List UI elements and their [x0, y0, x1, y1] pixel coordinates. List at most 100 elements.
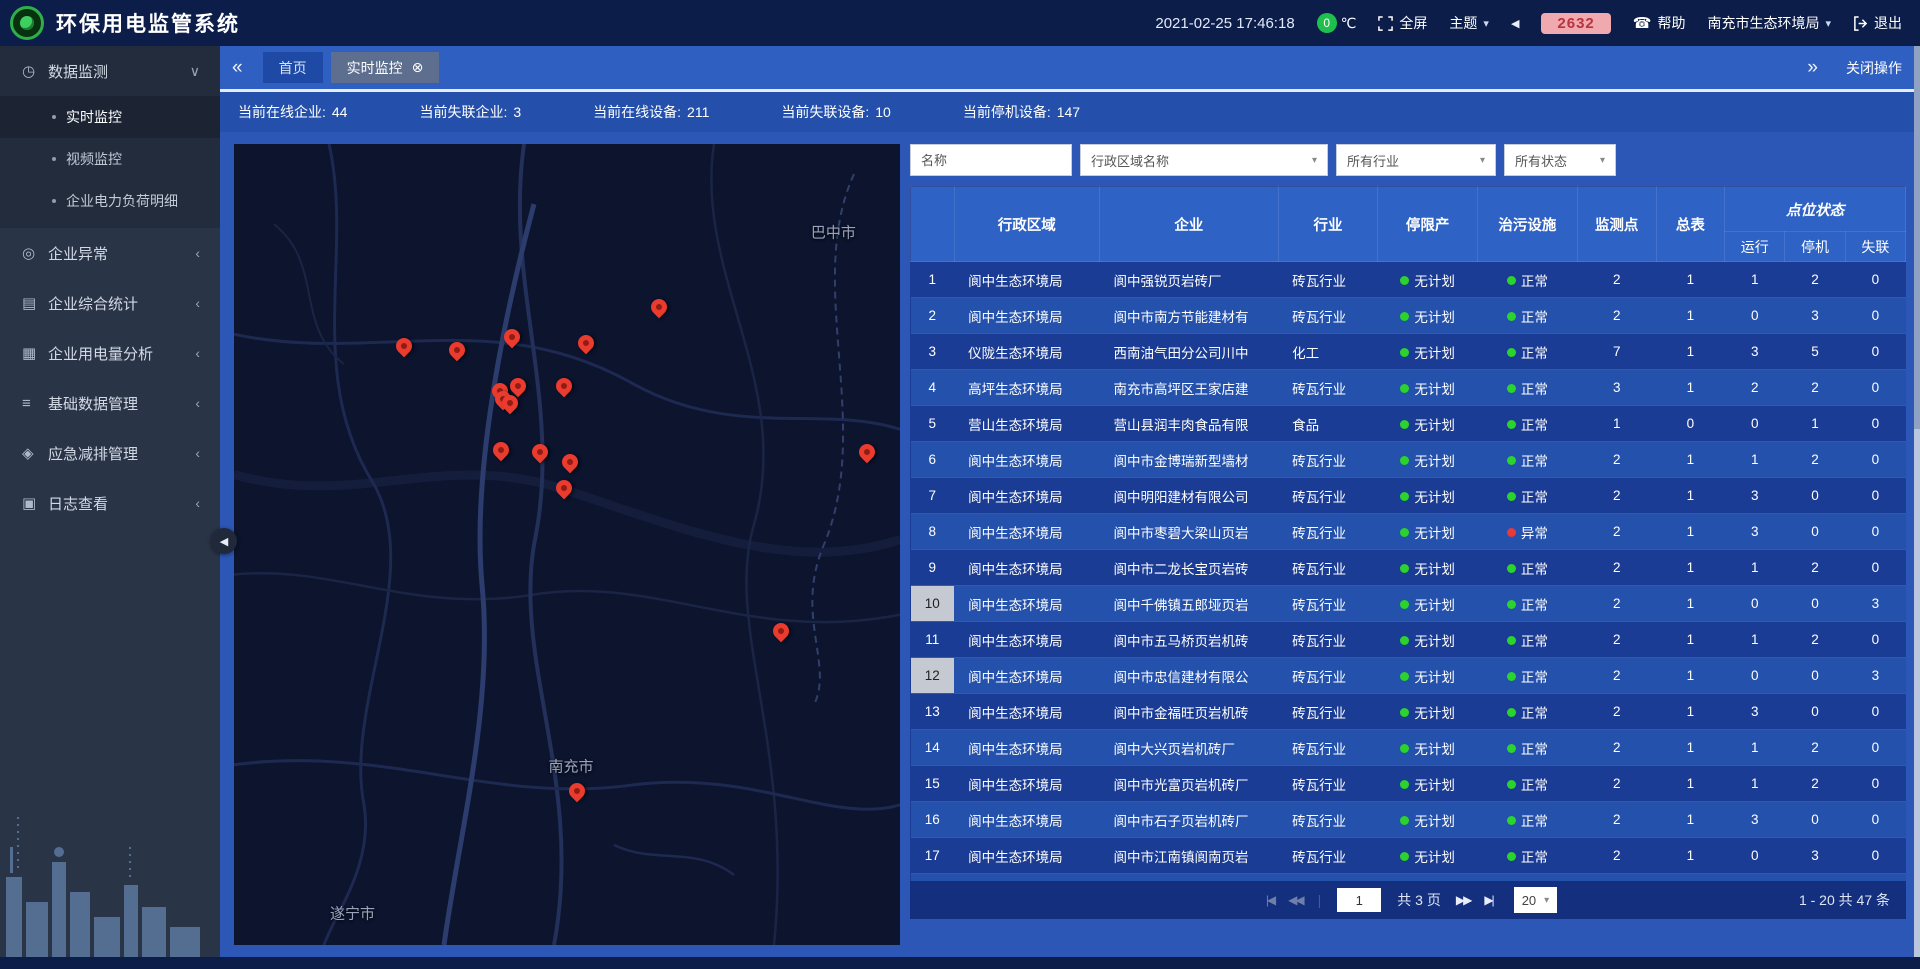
- row-facility-text: 正常: [1521, 778, 1548, 793]
- sidebar-group-header[interactable]: ≡基础数据管理‹: [0, 378, 220, 428]
- status-dot-green-icon: [1507, 276, 1516, 285]
- row-restriction: 无计划: [1378, 262, 1478, 298]
- row-facility-text: 异常: [1521, 526, 1548, 541]
- tabs-scroll-right-icon[interactable]: »: [1795, 57, 1830, 79]
- region-select[interactable]: 行政区域名称 ▾: [1080, 144, 1328, 176]
- sidebar-group-label: 日志查看: [48, 493, 195, 514]
- help-button[interactable]: ☎ 帮助: [1633, 13, 1686, 33]
- pagination-bar: |◀ ◀◀ | 共 3 页 ▶▶ ▶| 20 ▾ 1 - 20 共 47 条: [910, 881, 1906, 919]
- sidebar-submenu: 实时监控视频监控企业电力负荷明细: [0, 96, 220, 228]
- row-index: 9: [911, 550, 955, 586]
- row-restriction-text: 无计划: [1414, 310, 1455, 325]
- row-offline: 0: [1845, 730, 1905, 766]
- tab-realtime-monitor[interactable]: 实时监控 ⊗: [331, 52, 440, 83]
- table-row[interactable]: 2阆中生态环境局阆中市南方节能建材有砖瓦行业无计划正常21030: [911, 298, 1906, 334]
- sidebar-group-header[interactable]: ◈应急减排管理‹: [0, 428, 220, 478]
- page-size-value: 20: [1522, 893, 1536, 908]
- table-row[interactable]: 16阆中生态环境局阆中市石子页岩机砖厂砖瓦行业无计划正常21300: [911, 802, 1906, 838]
- sidebar-item[interactable]: 企业电力负荷明细: [0, 180, 220, 222]
- table-row[interactable]: 5营山生态环境局营山县润丰肉食品有限食品无计划正常10010: [911, 406, 1906, 442]
- scrollbar-thumb[interactable]: [1914, 46, 1920, 429]
- status-dot-green-icon: [1507, 744, 1516, 753]
- page-size-select[interactable]: 20 ▾: [1514, 887, 1558, 913]
- row-running: 2: [1725, 370, 1785, 406]
- map-collapse-toggle[interactable]: ◀: [211, 528, 237, 554]
- caret-left-icon[interactable]: ◀: [1511, 17, 1519, 30]
- row-facility: 正常: [1478, 406, 1578, 442]
- stat-label: 当前停机设备:: [963, 104, 1051, 120]
- close-icon[interactable]: ⊗: [412, 59, 424, 76]
- table-row[interactable]: 11阆中生态环境局阆中市五马桥页岩机砖砖瓦行业无计划正常21120: [911, 622, 1906, 658]
- row-industry: 砖瓦行业: [1278, 298, 1378, 334]
- table-row[interactable]: 14阆中生态环境局阆中大兴页岩机砖厂砖瓦行业无计划正常21120: [911, 730, 1906, 766]
- right-panel: 行政区域名称 ▾ 所有行业 ▾ 所有状态 ▾: [910, 144, 1906, 919]
- table-row[interactable]: 1阆中生态环境局阆中强锐页岩砖厂砖瓦行业无计划正常21120: [911, 262, 1906, 298]
- header-actions: 2021-02-25 17:46:18 0 ℃ 全屏 主题 ▾ ◀ 2632 ☎…: [1155, 13, 1920, 34]
- page-scrollbar[interactable]: [1914, 46, 1920, 957]
- table-row[interactable]: 18南部生态环境局南部县鸿发建材有限公砖瓦行业无计划正常21030: [911, 874, 1906, 882]
- row-index: 6: [911, 442, 955, 478]
- page-number-input[interactable]: [1337, 888, 1381, 912]
- status-dot-green-icon: [1507, 816, 1516, 825]
- prev-page-button[interactable]: ◀◀: [1288, 893, 1302, 907]
- alert-count-badge[interactable]: 2632: [1541, 13, 1610, 34]
- next-page-button[interactable]: ▶▶: [1456, 893, 1470, 907]
- sidebar-group-header[interactable]: ▤企业综合统计‹: [0, 278, 220, 328]
- table-row[interactable]: 6阆中生态环境局阆中市金博瑞新型墙材砖瓦行业无计划正常21120: [911, 442, 1906, 478]
- table-row[interactable]: 17阆中生态环境局阆中市江南镇阆南页岩砖瓦行业无计划正常21030: [911, 838, 1906, 874]
- chevron-down-icon: ▾: [1825, 17, 1831, 30]
- row-index: 10: [911, 586, 955, 622]
- sidebar-group-header[interactable]: ▦企业用电量分析‹: [0, 328, 220, 378]
- close-operations-button[interactable]: 关闭操作: [1846, 58, 1902, 78]
- table-row[interactable]: 12阆中生态环境局阆中市忠信建材有限公砖瓦行业无计划正常21003: [911, 658, 1906, 694]
- row-industry: 砖瓦行业: [1278, 694, 1378, 730]
- table-row[interactable]: 9阆中生态环境局阆中市二龙长宝页岩砖砖瓦行业无计划正常21120: [911, 550, 1906, 586]
- row-offline: 0: [1845, 478, 1905, 514]
- org-dropdown[interactable]: 南充市生态环境局 ▾: [1707, 13, 1831, 33]
- fullscreen-label: 全屏: [1399, 13, 1427, 33]
- row-facility: 正常: [1478, 298, 1578, 334]
- row-running: 3: [1725, 514, 1785, 550]
- row-restriction-text: 无计划: [1414, 634, 1455, 649]
- sidebar-group-header[interactable]: ▣日志查看‹: [0, 478, 220, 528]
- row-industry: 砖瓦行业: [1278, 802, 1378, 838]
- stat-item: 当前在线设备:211: [593, 102, 709, 122]
- row-industry: 砖瓦行业: [1278, 766, 1378, 802]
- tabs-scroll-left-icon[interactable]: «: [220, 57, 255, 79]
- last-page-button[interactable]: ▶|: [1484, 893, 1492, 907]
- table-row[interactable]: 15阆中生态环境局阆中市光富页岩机砖厂砖瓦行业无计划正常21120: [911, 766, 1906, 802]
- row-total-meter: 1: [1656, 514, 1725, 550]
- sidebar-group-header[interactable]: ◎企业异常‹: [0, 228, 220, 278]
- table-row[interactable]: 7阆中生态环境局阆中明阳建材有限公司砖瓦行业无计划正常21300: [911, 478, 1906, 514]
- row-monitor-points: 2: [1577, 550, 1656, 586]
- row-facility-text: 正常: [1521, 850, 1548, 865]
- tab-bar: « 首页 实时监控 ⊗ » 关闭操作: [220, 46, 1920, 92]
- table-row[interactable]: 8阆中生态环境局阆中市枣碧大梁山页岩砖瓦行业无计划异常21300: [911, 514, 1906, 550]
- status-select[interactable]: 所有状态 ▾: [1504, 144, 1616, 176]
- row-running: 3: [1725, 334, 1785, 370]
- tab-home[interactable]: 首页: [263, 52, 323, 83]
- map-panel[interactable]: 巴中市南充市遂宁市: [234, 144, 900, 945]
- sidebar-item[interactable]: 实时监控: [0, 96, 220, 138]
- log-icon: ▣: [22, 494, 48, 512]
- row-industry: 砖瓦行业: [1278, 658, 1378, 694]
- table-row[interactable]: 10阆中生态环境局阆中千佛镇五郎垭页岩砖瓦行业无计划正常21003: [911, 586, 1906, 622]
- name-search-input[interactable]: [910, 144, 1072, 176]
- table-header: 行政区域 企业 行业 停限产 治污设施 监测点 总表 点位状态 运行 停机 失联: [911, 187, 1906, 262]
- table-row[interactable]: 4高坪生态环境局南充市高坪区王家店建砖瓦行业无计划正常31220: [911, 370, 1906, 406]
- col-running: 运行: [1725, 232, 1785, 262]
- row-total-meter: 1: [1656, 874, 1725, 882]
- sidebar-item[interactable]: 视频监控: [0, 138, 220, 180]
- logout-button[interactable]: 退出: [1853, 13, 1902, 33]
- industry-select[interactable]: 所有行业 ▾: [1336, 144, 1496, 176]
- table-row[interactable]: 3仪陇生态环境局西南油气田分公司川中化工无计划正常71350: [911, 334, 1906, 370]
- fullscreen-button[interactable]: 全屏: [1378, 13, 1427, 33]
- theme-dropdown[interactable]: 主题 ▾: [1449, 13, 1489, 33]
- status-dot-green-icon: [1507, 312, 1516, 321]
- table-row[interactable]: 13阆中生态环境局阆中市金福旺页岩机砖砖瓦行业无计划正常21300: [911, 694, 1906, 730]
- row-stopped: 5: [1785, 334, 1845, 370]
- first-page-button[interactable]: |◀: [1266, 893, 1274, 907]
- row-index: 5: [911, 406, 955, 442]
- row-offline: 0: [1845, 802, 1905, 838]
- sidebar-group-header[interactable]: ◷数据监测∨: [0, 46, 220, 96]
